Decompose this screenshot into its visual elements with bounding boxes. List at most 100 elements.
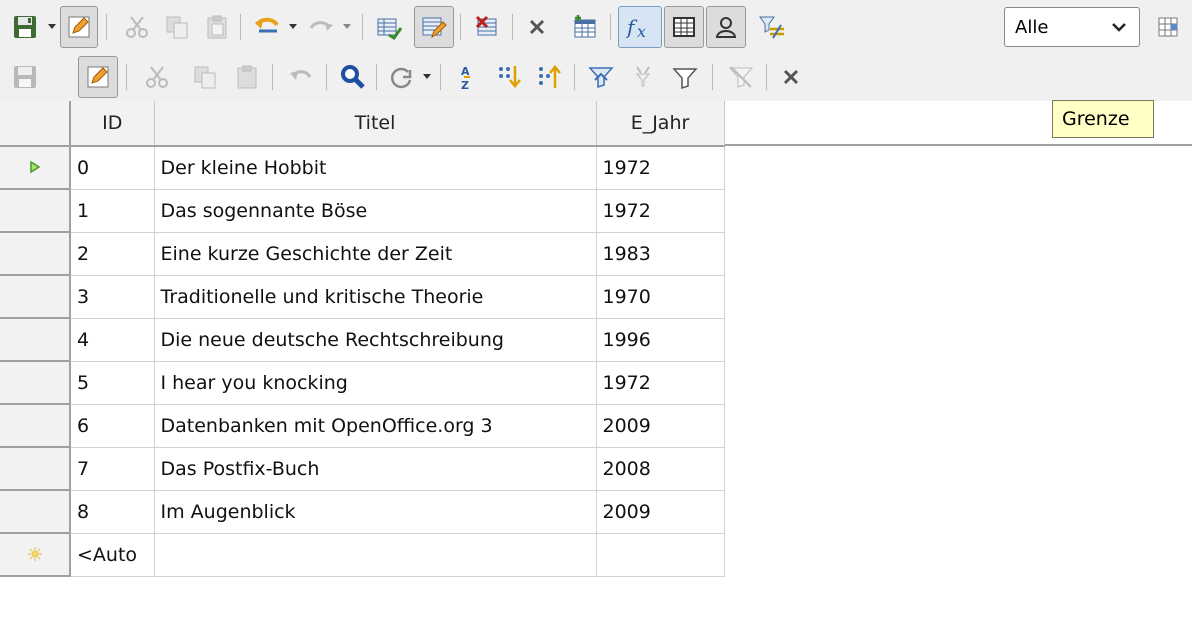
table-row[interactable]: 1 Das sogennante Böse 1972 — [0, 189, 725, 233]
cell-e-jahr[interactable]: 2009 — [596, 404, 725, 448]
table-row[interactable]: 7 Das Postfix-Buch 2008 — [0, 447, 725, 491]
copy-icon[interactable] — [186, 58, 224, 96]
paste-icon[interactable] — [198, 8, 236, 46]
cell-titel[interactable]: Im Augenblick — [154, 490, 597, 534]
cell-e-jahr-new[interactable] — [596, 533, 725, 577]
cell-titel[interactable]: I hear you knocking — [154, 361, 597, 405]
row-header[interactable] — [0, 447, 71, 491]
table-row[interactable]: 3 Traditionelle und kritische Theorie 19… — [0, 275, 725, 319]
row-header[interactable] — [0, 490, 71, 534]
cell-id[interactable]: 3 — [70, 275, 155, 319]
autofilter-icon[interactable] — [582, 58, 620, 96]
toolbar-bottom: AZ — [0, 54, 1192, 101]
insert-field-icon[interactable] — [566, 8, 604, 46]
cell-titel[interactable]: Eine kurze Geschichte der Zeit — [154, 232, 597, 276]
table-row[interactable]: 8 Im Augenblick 2009 — [0, 490, 725, 534]
undo-dropdown-icon[interactable] — [286, 8, 300, 46]
cell-titel[interactable]: Das Postfix-Buch — [154, 447, 597, 491]
delete-record-icon[interactable] — [468, 8, 506, 46]
cell-titel[interactable]: Der kleine Hobbit — [154, 146, 597, 190]
cell-e-jahr[interactable]: 2008 — [596, 447, 725, 491]
chevron-down-icon[interactable] — [1099, 8, 1139, 46]
table-row[interactable]: 5 I hear you knocking 1972 — [0, 361, 725, 405]
cell-id[interactable]: 0 — [70, 146, 155, 190]
column-header-e-jahr[interactable]: E_Jahr — [596, 101, 725, 147]
dropdown-arrow-icon[interactable] — [44, 8, 60, 46]
record-edit-icon[interactable] — [414, 6, 454, 48]
new-record-sun-icon — [27, 546, 42, 561]
cell-e-jahr[interactable]: 1983 — [596, 232, 725, 276]
save-icon[interactable] — [6, 8, 44, 46]
toolbar-top: fx Alle — [0, 0, 1192, 54]
cell-id-new[interactable]: <Auto — [70, 533, 155, 577]
undo-icon[interactable] — [282, 58, 320, 96]
svg-text:Z: Z — [461, 79, 469, 91]
paste-icon[interactable] — [228, 58, 266, 96]
cell-id[interactable]: 2 — [70, 232, 155, 276]
save-record-icon[interactable] — [6, 58, 44, 96]
table-row[interactable]: 2 Eine kurze Geschichte der Zeit 1983 — [0, 232, 725, 276]
cell-titel-new[interactable] — [154, 533, 597, 577]
column-header-titel[interactable]: Titel — [154, 101, 597, 147]
cell-id[interactable]: 7 — [70, 447, 155, 491]
cell-e-jahr[interactable]: 1972 — [596, 189, 725, 233]
standard-filter-icon[interactable] — [624, 58, 662, 96]
row-header[interactable] — [0, 318, 71, 362]
redo-icon[interactable] — [302, 8, 340, 46]
refresh-dropdown-icon[interactable] — [420, 58, 434, 96]
row-header[interactable] — [0, 189, 71, 233]
formula-icon[interactable]: fx — [618, 6, 662, 48]
cell-titel[interactable]: Das sogennante Böse — [154, 189, 597, 233]
copy-icon[interactable] — [158, 8, 196, 46]
cell-id[interactable]: 4 — [70, 318, 155, 362]
table-row[interactable]: 6 Datenbanken mit OpenOffice.org 3 2009 — [0, 404, 725, 448]
svg-text:x: x — [637, 22, 646, 41]
close-icon[interactable] — [520, 8, 554, 46]
cell-id[interactable]: 6 — [70, 404, 155, 448]
grid-icon[interactable] — [1148, 8, 1188, 46]
limit-combobox[interactable]: Alle — [1004, 7, 1140, 47]
edit-icon[interactable] — [60, 6, 98, 48]
edit-data-icon[interactable] — [78, 56, 118, 98]
sort-descending-icon[interactable] — [530, 58, 568, 96]
cell-e-jahr[interactable]: 1972 — [596, 361, 725, 405]
row-header[interactable] — [0, 146, 71, 190]
table-row[interactable]: 4 Die neue deutsche Rechtschreibung 1996 — [0, 318, 725, 362]
new-record-icon[interactable] — [370, 8, 408, 46]
cell-titel[interactable]: Traditionelle und kritische Theorie — [154, 275, 597, 319]
sort-ascending-icon[interactable] — [490, 58, 528, 96]
cell-titel[interactable]: Datenbanken mit OpenOffice.org 3 — [154, 404, 597, 448]
cell-titel[interactable]: Die neue deutsche Rechtschreibung — [154, 318, 597, 362]
new-record-row[interactable]: <Auto — [0, 533, 725, 577]
cell-id[interactable]: 8 — [70, 490, 155, 534]
undo-icon[interactable] — [248, 8, 286, 46]
refresh-icon[interactable] — [382, 58, 420, 96]
person-icon[interactable] — [706, 6, 746, 48]
row-header[interactable] — [0, 232, 71, 276]
row-header[interactable] — [0, 361, 71, 405]
cell-id[interactable]: 1 — [70, 189, 155, 233]
remove-filter-icon[interactable] — [722, 58, 760, 96]
sort-a-z-icon[interactable]: AZ — [450, 58, 484, 96]
table-icon[interactable] — [664, 6, 704, 48]
limit-combobox-value: Alle — [1015, 17, 1049, 38]
table-row[interactable]: 0 Der kleine Hobbit 1972 — [0, 146, 725, 190]
row-header[interactable] — [0, 404, 71, 448]
data-grid: ID Titel E_Jahr 0 Der kleine Hobbit 1972… — [0, 101, 725, 577]
row-header-corner[interactable] — [0, 101, 71, 147]
filter-icon[interactable] — [666, 58, 704, 96]
search-icon[interactable] — [334, 58, 372, 96]
close-icon[interactable] — [774, 58, 808, 96]
column-header-id[interactable]: ID — [70, 101, 155, 147]
cell-e-jahr[interactable]: 2009 — [596, 490, 725, 534]
cut-icon[interactable] — [118, 8, 156, 46]
row-header[interactable] — [0, 275, 71, 319]
not-equal-filter-icon[interactable] — [752, 8, 792, 46]
redo-dropdown-icon[interactable] — [340, 8, 354, 46]
cut-icon[interactable] — [138, 58, 176, 96]
cell-e-jahr[interactable]: 1996 — [596, 318, 725, 362]
cell-e-jahr[interactable]: 1972 — [596, 146, 725, 190]
cell-e-jahr[interactable]: 1970 — [596, 275, 725, 319]
row-header[interactable] — [0, 533, 71, 577]
cell-id[interactable]: 5 — [70, 361, 155, 405]
